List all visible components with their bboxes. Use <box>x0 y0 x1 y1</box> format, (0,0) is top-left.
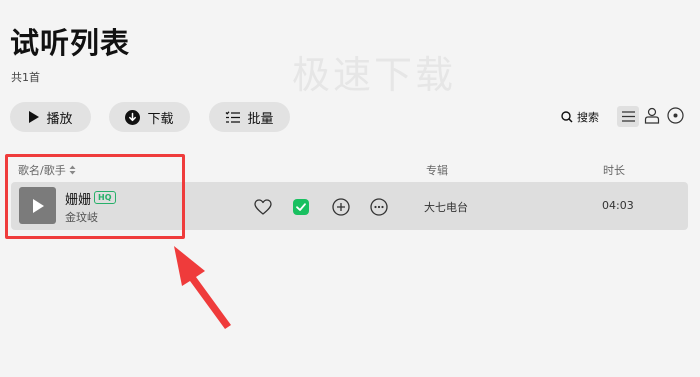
like-button[interactable] <box>253 197 273 217</box>
annotation-arrow <box>174 246 231 329</box>
page-title: 试听列表 <box>10 26 131 60</box>
search-label: 搜索 <box>577 111 599 124</box>
search-button[interactable]: 搜索 <box>561 109 599 125</box>
play-all-button[interactable]: 播放 <box>10 102 91 132</box>
batch-icon <box>225 110 241 124</box>
more-button[interactable] <box>369 197 389 217</box>
downloaded-status[interactable] <box>291 197 311 217</box>
add-icon <box>332 198 350 216</box>
add-to-playlist-button[interactable] <box>331 197 351 217</box>
more-icon <box>370 198 388 216</box>
play-icon <box>28 111 40 123</box>
annotation-highlight-box <box>5 154 185 239</box>
download-label: 下载 <box>147 111 174 127</box>
download-icon <box>125 109 141 125</box>
album-view-icon <box>667 107 684 124</box>
column-header-album: 专辑 <box>426 164 448 177</box>
play-all-label: 播放 <box>46 111 73 127</box>
artist-view-icon <box>644 107 660 124</box>
download-button[interactable]: 下载 <box>109 102 190 132</box>
song-album[interactable]: 大七电台 <box>424 199 468 215</box>
batch-button[interactable]: 批量 <box>209 102 290 132</box>
artist-view-button[interactable] <box>644 107 660 128</box>
watermark: 极速下载 <box>292 53 457 97</box>
search-icon <box>561 111 573 123</box>
list-view-icon <box>621 111 635 122</box>
batch-label: 批量 <box>247 111 274 127</box>
column-header-duration: 时长 <box>603 164 625 177</box>
album-view-button[interactable] <box>667 107 684 128</box>
check-icon <box>293 199 309 215</box>
song-count: 共1首 <box>11 71 40 84</box>
song-duration: 04:03 <box>602 199 634 212</box>
heart-icon <box>254 199 272 215</box>
list-view-button[interactable] <box>617 106 639 127</box>
